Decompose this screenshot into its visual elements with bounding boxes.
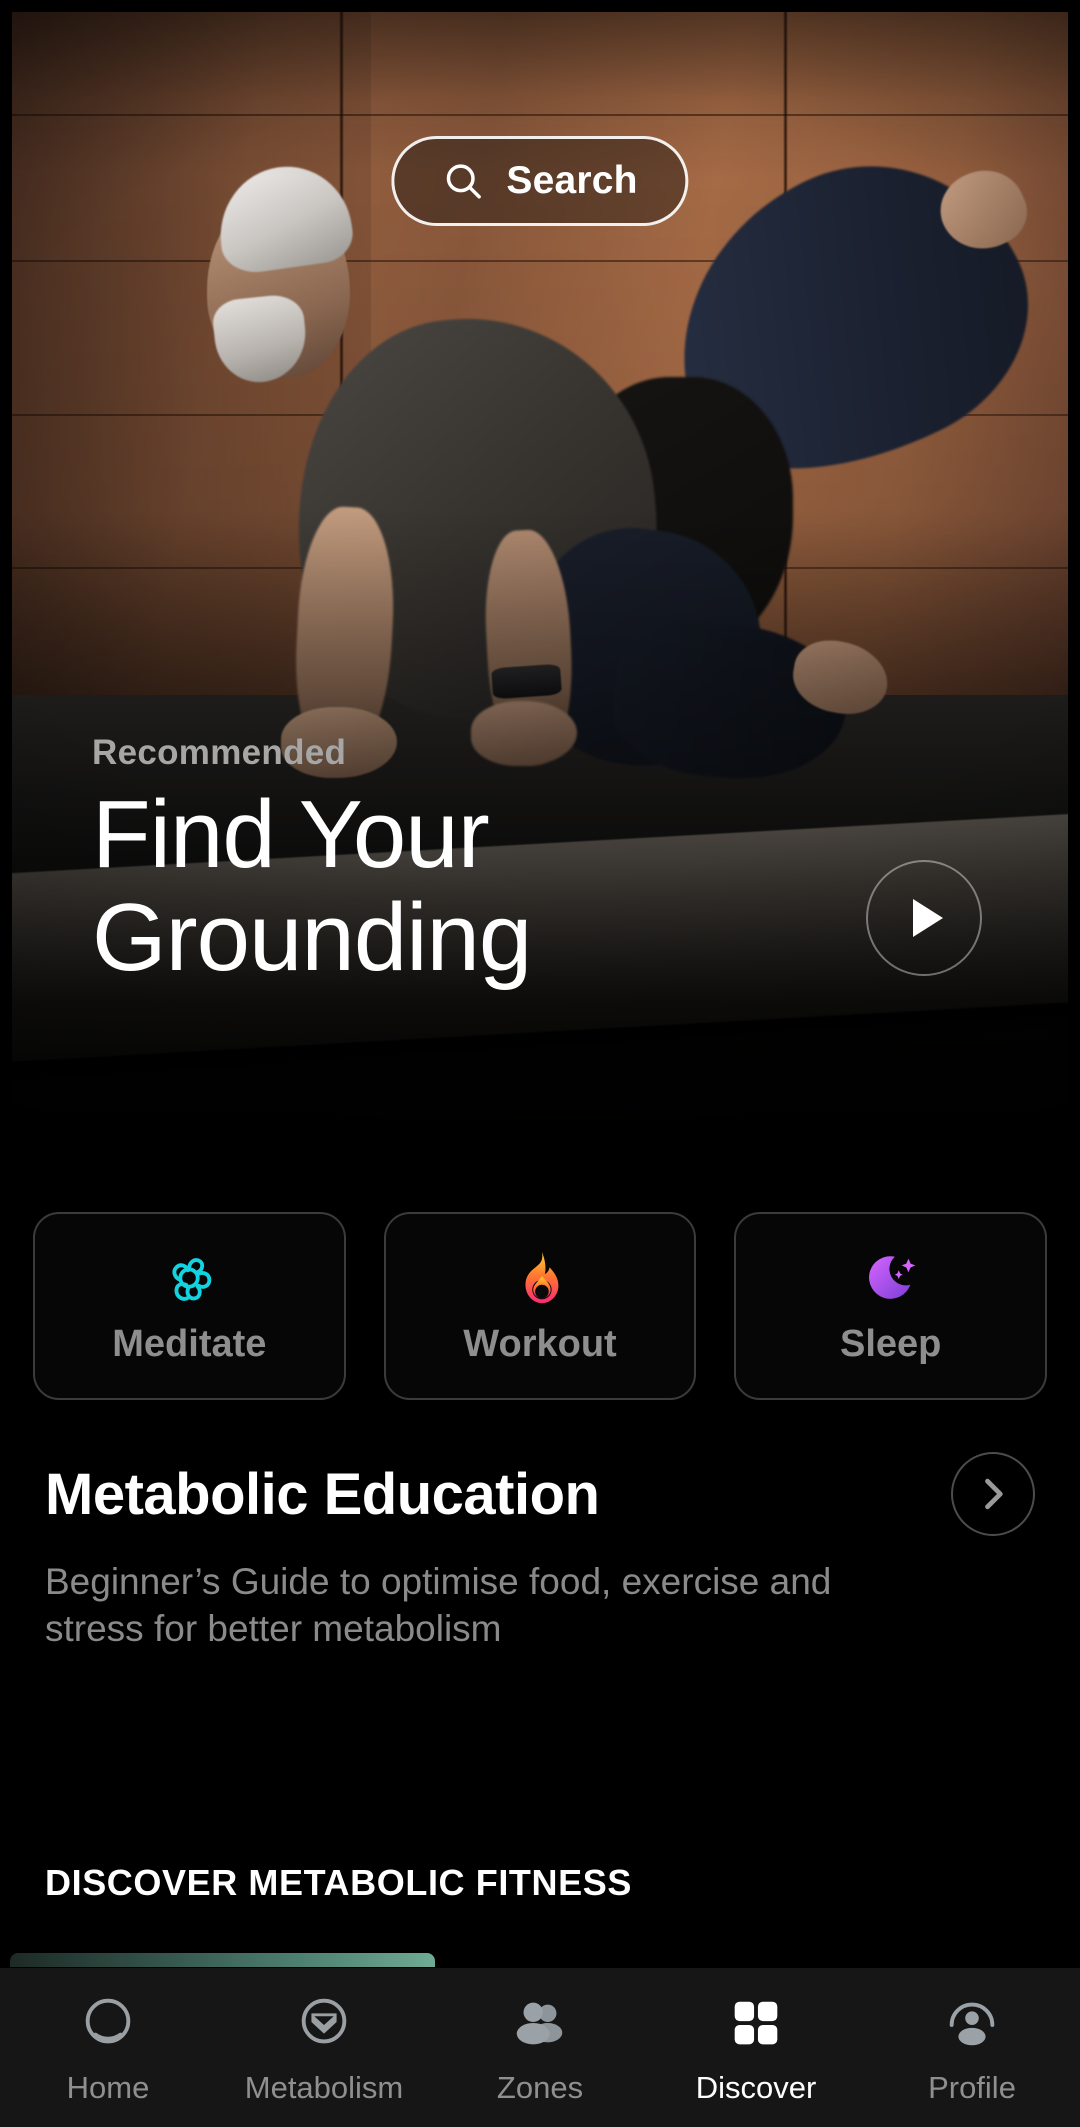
hero-banner[interactable]: Search Recommended Find Your Grounding — [12, 12, 1068, 1190]
education-header-row: Metabolic Education — [45, 1452, 1035, 1536]
metabolism-icon — [301, 1998, 347, 2044]
nav-item-metabolism[interactable]: Metabolism — [216, 1992, 432, 2106]
category-cards: Meditate Workout Sleep — [33, 1212, 1048, 1400]
nav-label-metabolism: Metabolism — [244, 2070, 404, 2105]
category-label-sleep: Sleep — [839, 1322, 942, 1365]
moon-icon — [868, 1255, 915, 1299]
nav-item-discover[interactable]: Discover — [648, 1992, 864, 2106]
hero-kicker: Recommended — [92, 732, 347, 772]
search-icon — [446, 164, 481, 199]
hero-copy: Recommended Find Your Grounding — [92, 732, 532, 992]
flame-icon — [525, 1251, 559, 1303]
grid-squares-icon — [734, 2001, 778, 2045]
metabolic-education-section: Metabolic Education Beginner’s Guide to … — [45, 1452, 1035, 1653]
category-label-workout: Workout — [463, 1322, 617, 1365]
play-icon — [912, 899, 943, 937]
home-circle-icon — [85, 1998, 131, 2044]
hero-title-line-1: Find Your — [92, 780, 490, 888]
education-subtitle: Beginner’s Guide to optimise food, exerc… — [45, 1561, 832, 1650]
category-card-workout[interactable]: Workout — [383, 1212, 697, 1400]
app-screen: Search Recommended Find Your Grounding M… — [0, 0, 1080, 2127]
search-button-label: Search — [506, 159, 638, 202]
lotus-icon — [172, 1257, 212, 1301]
nav-item-home[interactable]: Home — [0, 1992, 216, 2106]
hero-title: Find Your Grounding — [92, 780, 532, 992]
category-card-meditate[interactable]: Meditate — [33, 1212, 346, 1400]
bottom-navigation-bar: Home Metabolism Zones Discover Profile — [0, 1968, 1080, 2127]
nav-label-discover: Discover — [695, 2070, 817, 2105]
play-button[interactable] — [866, 860, 982, 976]
nav-label-home: Home — [66, 2070, 150, 2105]
discover-card-peek[interactable] — [10, 1953, 435, 1967]
search-button[interactable]: Search — [391, 136, 689, 226]
chevron-right-icon — [985, 1478, 1003, 1510]
people-icon — [516, 2002, 563, 2045]
category-card-sleep[interactable]: Sleep — [734, 1212, 1048, 1400]
category-label-meditate: Meditate — [112, 1322, 267, 1365]
hero-title-line-2: Grounding — [92, 884, 532, 992]
nav-item-zones[interactable]: Zones — [432, 1992, 648, 2106]
nav-label-zones: Zones — [496, 2070, 584, 2105]
person-circle-icon — [949, 2002, 995, 2046]
nav-item-profile[interactable]: Profile — [864, 1992, 1080, 2106]
education-title: Metabolic Education — [45, 1461, 600, 1527]
nav-label-profile: Profile — [928, 2070, 1016, 2105]
discover-section-header: DISCOVER METABOLIC FITNESS — [45, 1862, 632, 1903]
education-forward-button[interactable] — [951, 1452, 1035, 1536]
